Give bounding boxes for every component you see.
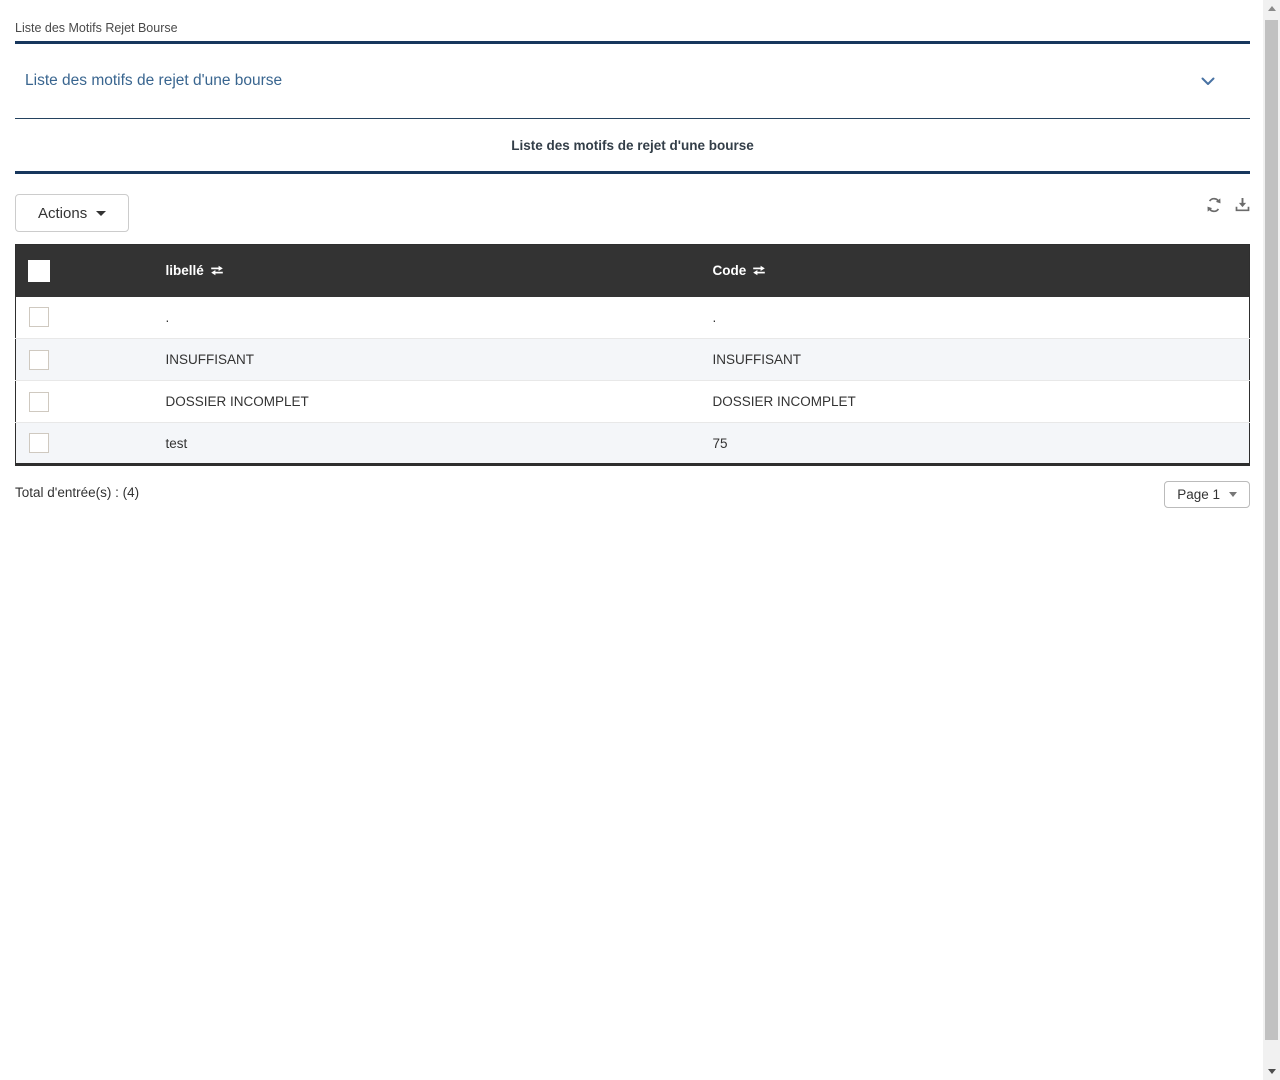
row-checkbox[interactable] — [29, 307, 49, 328]
row-checkbox[interactable] — [29, 433, 49, 453]
vertical-scrollbar[interactable] — [1263, 0, 1280, 1080]
cell-libelle: test — [165, 422, 713, 465]
table-row[interactable]: DOSSIER INCOMPLET DOSSIER INCOMPLET — [15, 380, 1250, 423]
column-header-code[interactable]: Code — [712, 244, 1250, 297]
row-checkbox[interactable] — [29, 391, 49, 412]
cell-code: . — [712, 309, 717, 325]
toolbar-icons — [1206, 197, 1250, 213]
row-checkbox[interactable] — [29, 349, 49, 370]
section-heading-row: Liste des motifs de rejet d'une bourse — [15, 119, 1250, 174]
total-entries-label: Total d'entrée(s) : (4) — [15, 485, 140, 500]
actions-button[interactable]: Actions — [15, 194, 130, 232]
panel-header-label: Liste des motifs de rejet d'une bourse — [25, 72, 283, 89]
sort-icon[interactable] — [752, 265, 766, 276]
sort-icon[interactable] — [210, 265, 224, 276]
chevron-down-icon[interactable] — [1201, 77, 1215, 86]
column-label-libelle: libellé — [165, 263, 204, 279]
table-row[interactable]: INSUFFISANT INSUFFISANT — [15, 338, 1250, 381]
section-heading: Liste des motifs de rejet d'une bourse — [511, 137, 754, 153]
grid-footer: Total d'entrée(s) : (4) Page 1 — [15, 481, 1250, 508]
page-title: Liste des Motifs Rejet Bourse — [15, 21, 178, 35]
page-selector-button[interactable]: Page 1 — [1164, 481, 1250, 508]
download-icon[interactable] — [1235, 197, 1250, 213]
column-header-libelle[interactable]: libellé — [165, 244, 713, 297]
table-row[interactable]: . . — [15, 296, 1250, 339]
motifs-table: libellé Code . . INSUFFISANT INSUFFISANT… — [15, 244, 1250, 466]
toolbar: Actions — [15, 194, 1250, 232]
cell-code: INSUFFISANT — [712, 338, 1250, 381]
refresh-icon[interactable] — [1206, 197, 1222, 213]
cell-libelle: DOSSIER INCOMPLET — [165, 380, 713, 423]
scroll-up-button[interactable] — [1263, 0, 1280, 17]
triangle-up-icon — [1267, 6, 1276, 11]
panel-header-toggle[interactable]: Liste des motifs de rejet d'une bourse — [15, 44, 1250, 119]
cell-code: 75 — [712, 422, 1250, 465]
caret-down-icon — [96, 210, 107, 216]
triangle-down-icon — [1267, 1069, 1276, 1074]
caret-down-icon — [1229, 492, 1237, 497]
cell-libelle: INSUFFISANT — [165, 338, 713, 381]
table-row[interactable]: test 75 — [15, 422, 1250, 465]
actions-button-label: Actions — [38, 204, 88, 222]
select-all-checkbox[interactable] — [28, 259, 50, 282]
column-label-code: Code — [712, 263, 747, 279]
scroll-down-button[interactable] — [1263, 1063, 1280, 1080]
table-header: libellé Code — [15, 244, 1250, 297]
cell-code: DOSSIER INCOMPLET — [712, 380, 1250, 423]
scrollbar-thumb[interactable] — [1265, 20, 1278, 1040]
page-selector-label: Page 1 — [1177, 487, 1220, 502]
cell-libelle: . — [165, 309, 170, 325]
main-content: Liste des Motifs Rejet Bourse Liste des … — [15, 0, 1250, 508]
